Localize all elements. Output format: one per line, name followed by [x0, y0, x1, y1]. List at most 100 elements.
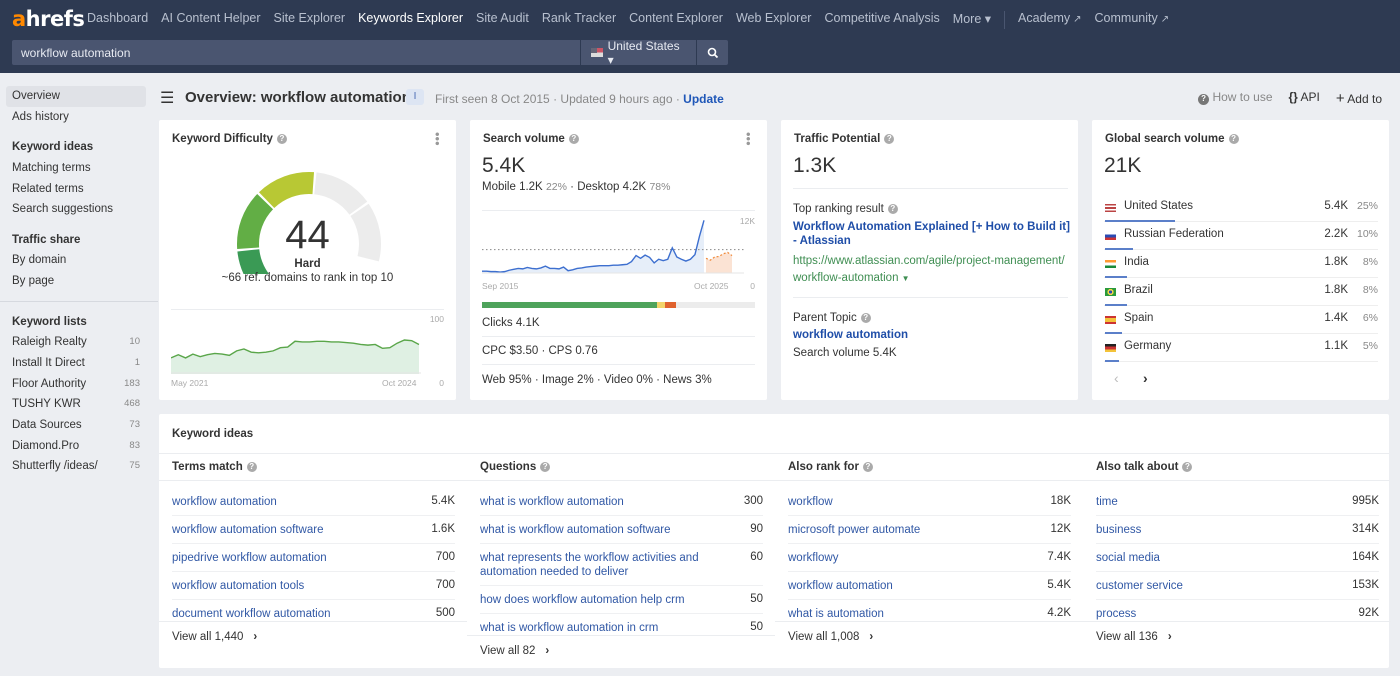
keyword-link[interactable]: customer service [1096, 579, 1326, 593]
keyword-link[interactable]: social media [1096, 551, 1326, 565]
more-options-icon[interactable]: ••• [430, 132, 445, 146]
help-icon[interactable]: ? [862, 462, 873, 472]
keyword-row: workflow automation software 1.6K [172, 523, 455, 543]
row-divider [480, 613, 763, 614]
view-all-link[interactable]: View all 1,008 › [788, 631, 873, 643]
country-row[interactable]: Brazil 1.8K 8% [1104, 278, 1378, 306]
keyword-link[interactable]: what is workflow automation software [480, 523, 710, 537]
nav-rank-tracker[interactable]: Rank Tracker [542, 11, 616, 29]
country-row[interactable]: Germany 1.1K 5% [1104, 334, 1378, 362]
nav-keywords-explorer[interactable]: Keywords Explorer [358, 11, 463, 29]
ahrefs-logo[interactable]: ahrefs [12, 7, 85, 31]
help-icon[interactable]: ? [1228, 134, 1239, 144]
keyword-link[interactable]: workflow automation [172, 495, 402, 509]
sidebar-item-ads-history[interactable]: Ads history [6, 107, 146, 128]
help-icon[interactable]: ? [246, 462, 257, 472]
keyword-link[interactable]: workflow automation tools [172, 579, 402, 593]
chevron-right-icon: › [869, 631, 874, 643]
help-icon[interactable]: ? [884, 134, 895, 144]
nav-web-explorer[interactable]: Web Explorer [736, 11, 812, 29]
sidebar-item-by-page[interactable]: By page [6, 271, 146, 292]
keyword-link[interactable]: workflowy [788, 551, 1018, 565]
country-select[interactable]: United States ▾ [581, 39, 696, 67]
help-icon[interactable]: ? [568, 134, 579, 144]
top-bar: ahrefs Dashboard AI Content Helper Site … [0, 0, 1400, 73]
sidebar-item-by-domain[interactable]: By domain [6, 250, 146, 271]
view-all-link[interactable]: View all 82 › [480, 645, 549, 657]
keyword-list-item[interactable]: Install It Direct 1 [6, 353, 146, 374]
keyword-link[interactable]: time [1096, 495, 1326, 509]
row-divider [1104, 361, 1378, 362]
keyword-link[interactable]: what is workflow automation [480, 495, 710, 509]
search-volume-card: Search volume? ••• 5.4K Mobile 1.2K 22% … [470, 120, 767, 400]
keyword-link[interactable]: microsoft power automate [788, 523, 1018, 537]
keyword-link[interactable]: what is workflow automation in crm [480, 621, 710, 635]
parent-topic-link[interactable]: workflow automation [793, 329, 908, 341]
sidebar-item-overview[interactable]: Overview [6, 86, 146, 107]
country-row[interactable]: United States 5.4K 25% [1104, 194, 1378, 222]
view-all-link[interactable]: View all 1,440 › [172, 631, 257, 643]
keyword-link[interactable]: workflow [788, 495, 1018, 509]
country-row[interactable]: Spain 1.4K 6% [1104, 306, 1378, 334]
nav-site-audit[interactable]: Site Audit [476, 11, 529, 29]
nav-community[interactable]: Community ↗ [1095, 11, 1170, 29]
card-title: Traffic Potential? [794, 133, 895, 145]
country-row[interactable]: Russian Federation 2.2K 10% [1104, 222, 1378, 250]
top-ranking-url[interactable]: https://www.atlassian.com/agile/project-… [793, 253, 1071, 287]
country-share-bar [1105, 360, 1119, 362]
keyword-link[interactable]: business [1096, 523, 1326, 537]
menu-icon[interactable]: ☰ [160, 88, 174, 108]
keyword-list-item[interactable]: TUSHY KWR 468 [6, 394, 146, 415]
keyword-list-item[interactable]: Data Sources 73 [6, 415, 146, 436]
sidebar-item-search-suggestions[interactable]: Search suggestions [6, 199, 146, 220]
keyword-link[interactable]: how does workflow automation help crm [480, 593, 710, 607]
keyword-list-item[interactable]: Diamond.Pro 83 [6, 436, 146, 457]
api-button[interactable]: {} API [1289, 90, 1320, 107]
nav-competitive-analysis[interactable]: Competitive Analysis [824, 11, 939, 29]
row-divider [1096, 599, 1379, 600]
kd-label: Hard [294, 258, 321, 270]
nav-dashboard[interactable]: Dashboard [87, 11, 148, 29]
main-nav: Dashboard AI Content Helper Site Explore… [87, 11, 1182, 29]
divider [159, 453, 1389, 454]
help-icon[interactable]: ? [860, 313, 871, 323]
next-page-button[interactable]: › [1143, 370, 1148, 386]
prev-page-button[interactable]: ‹ [1114, 370, 1119, 386]
country-row[interactable]: India 1.8K 8% [1104, 250, 1378, 278]
add-to-button[interactable]: + Add to [1336, 90, 1382, 107]
divider [793, 188, 1068, 189]
keyword-link[interactable]: pipedrive workflow automation [172, 551, 402, 565]
view-all-link[interactable]: View all 136 › [1096, 631, 1172, 643]
keyword-list-item[interactable]: Raleigh Realty 10 [6, 332, 146, 353]
more-options-icon[interactable]: ••• [741, 132, 756, 146]
keyword-row: microsoft power automate 12K [788, 523, 1071, 543]
keyword-list-item[interactable]: Floor Authority 183 [6, 374, 146, 395]
top-ranking-title-link[interactable]: Workflow Automation Explained [+ How to … [793, 220, 1071, 248]
keyword-list-item[interactable]: Shutterfly /ideas/75 [6, 456, 146, 477]
keyword-link[interactable]: document workflow automation [172, 607, 402, 621]
search-volume-chart [482, 220, 744, 274]
keyword-link[interactable]: what represents the workflow activities … [480, 551, 710, 579]
how-to-use-button[interactable]: ? How to use [1198, 90, 1273, 107]
keyword-volume: 314K [1352, 523, 1379, 535]
keyword-link[interactable]: workflow automation [788, 579, 1018, 593]
sidebar-item-matching-terms[interactable]: Matching terms [6, 158, 146, 179]
kd-x-end: Oct 2024 [382, 378, 417, 388]
nav-academy[interactable]: Academy ↗ [1018, 11, 1082, 29]
keyword-search-input[interactable]: workflow automation [12, 40, 580, 65]
nav-more-dropdown[interactable]: More ▾ [953, 11, 991, 29]
help-icon[interactable]: ? [1182, 462, 1193, 472]
nav-ai-content-helper[interactable]: AI Content Helper [161, 11, 260, 29]
keyword-link[interactable]: workflow automation software [172, 523, 402, 537]
nav-content-explorer[interactable]: Content Explorer [629, 11, 723, 29]
update-link[interactable]: Update [683, 92, 724, 106]
sidebar-item-related-terms[interactable]: Related terms [6, 179, 146, 200]
keyword-link[interactable]: process [1096, 607, 1326, 621]
search-button[interactable] [697, 40, 728, 65]
nav-site-explorer[interactable]: Site Explorer [274, 11, 346, 29]
keyword-link[interactable]: what is automation [788, 607, 1018, 621]
intent-badge[interactable]: I [406, 89, 424, 105]
help-icon[interactable]: ? [276, 134, 287, 144]
help-icon[interactable]: ? [540, 462, 551, 472]
help-icon[interactable]: ? [887, 204, 898, 214]
